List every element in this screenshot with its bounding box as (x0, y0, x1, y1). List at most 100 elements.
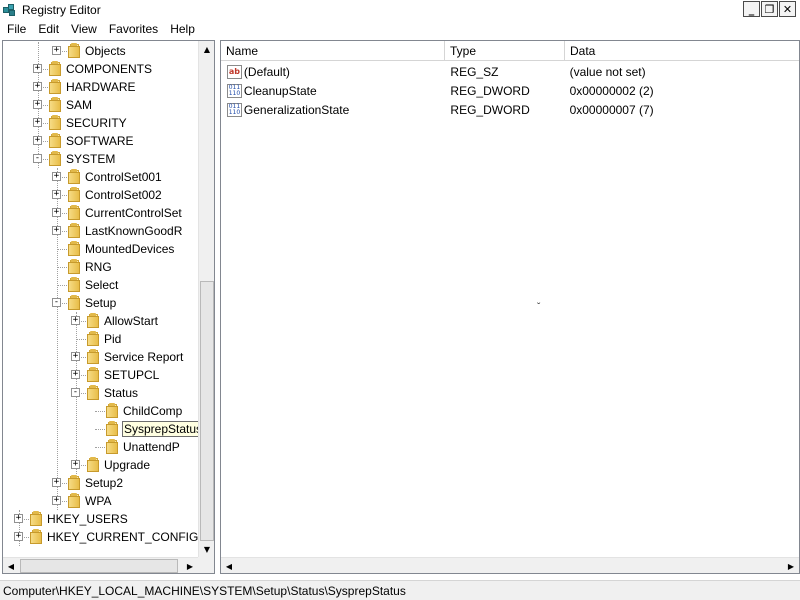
scroll-left-icon[interactable]: ◀ (221, 558, 237, 573)
expand-icon[interactable]: + (33, 136, 42, 145)
tree-node-controlset001[interactable]: + ControlSet001 (3, 168, 198, 186)
tree-node-rng[interactable]: RNG (3, 258, 198, 276)
menu-edit[interactable]: Edit (32, 19, 65, 39)
column-header-name[interactable]: Name (221, 41, 445, 61)
value-name: CleanupState (243, 83, 317, 98)
folder-icon (85, 349, 101, 364)
expand-icon[interactable]: + (71, 316, 80, 325)
value-row[interactable]: 011 110 GeneralizationState REG_DWORD 0x0000… (221, 100, 781, 119)
window-title: Registry Editor (22, 2, 101, 17)
tree-node-system[interactable]: - SYSTEM (3, 150, 198, 168)
folder-icon (85, 313, 101, 328)
value-list-pane[interactable]: Name Type Data ab (Default) REG_SZ (value n… (220, 40, 800, 574)
tree-node-hkey-users[interactable]: + HKEY_USERS (3, 510, 198, 528)
tree-node-childcomp[interactable]: ChildComp (3, 402, 198, 420)
expand-icon[interactable]: + (33, 118, 42, 127)
collapse-icon[interactable]: - (71, 388, 80, 397)
expand-icon[interactable]: + (71, 352, 80, 361)
expand-icon[interactable]: + (52, 208, 61, 217)
list-horizontal-scrollbar[interactable]: ◀ ▶ (221, 557, 799, 573)
tree-hscroll-thumb[interactable] (20, 559, 178, 573)
tree-node-allowstart[interactable]: + AllowStart (3, 312, 198, 330)
expand-icon[interactable]: + (52, 496, 61, 505)
menu-view[interactable]: View (65, 19, 103, 39)
tree-node-label: ControlSet001 (85, 170, 162, 184)
tree-node-setup[interactable]: - Setup (3, 294, 198, 312)
tree-node-currentcontrolset[interactable]: + CurrentControlSet (3, 204, 198, 222)
tree-node-security[interactable]: + SECURITY (3, 114, 198, 132)
tree-vertical-scrollbar[interactable]: ▲ ▼ (198, 41, 214, 557)
folder-icon (66, 493, 82, 508)
minimize-button[interactable]: _ (743, 1, 760, 17)
value-row[interactable]: ab (Default) REG_SZ (value not set) (221, 62, 781, 81)
expand-icon[interactable]: + (33, 100, 42, 109)
value-type: REG_DWORD (450, 102, 530, 117)
tree-node-mounteddevices[interactable]: MountedDevices (3, 240, 198, 258)
expand-icon[interactable]: + (33, 64, 42, 73)
tree-node-software[interactable]: + SOFTWARE (3, 132, 198, 150)
tree-node-select[interactable]: Select (3, 276, 198, 294)
folder-icon (66, 223, 82, 238)
status-bar: Computer\HKEY_LOCAL_MACHINE\SYSTEM\Setup… (0, 580, 800, 600)
folder-icon (47, 133, 63, 148)
expand-icon[interactable]: + (14, 514, 23, 523)
tree-node-controlset002[interactable]: + ControlSet002 (3, 186, 198, 204)
expand-icon[interactable]: + (52, 190, 61, 199)
column-header-data[interactable]: Data (565, 41, 799, 61)
tree-node-status[interactable]: - Status (3, 384, 198, 402)
expand-icon[interactable]: + (33, 82, 42, 91)
close-button[interactable]: ✕ (779, 1, 796, 17)
tree-node-label: UnattendP (123, 440, 180, 454)
menu-favorites[interactable]: Favorites (103, 19, 164, 39)
expand-icon[interactable]: + (52, 172, 61, 181)
tree-node-pid[interactable]: Pid (3, 330, 198, 348)
tree-node-label: HKEY_CURRENT_CONFIG (47, 530, 198, 544)
tree-node-label: SAM (66, 98, 93, 112)
scroll-right-icon[interactable]: ▶ (182, 558, 198, 573)
tree-node-lastknowngoodr[interactable]: + LastKnownGoodR (3, 222, 198, 240)
tree-node-wpa[interactable]: + WPA (3, 492, 198, 510)
tree-node-hardware[interactable]: + HARDWARE (3, 78, 198, 96)
menu-bar: File Edit View Favorites Help (0, 19, 800, 39)
tree-node-label: ChildComp (123, 404, 183, 418)
scroll-right-icon[interactable]: ▶ (783, 558, 799, 573)
key-tree: + Objects + COMPONENTS + HARDWARE + SAM + SECURIT… (3, 41, 198, 557)
scroll-up-icon[interactable]: ▲ (199, 41, 214, 57)
tree-node-label: Service Report (104, 350, 184, 364)
menu-file[interactable]: File (0, 19, 32, 39)
expand-icon[interactable]: + (14, 532, 23, 541)
scroll-left-icon[interactable]: ◀ (3, 558, 19, 573)
column-header-type[interactable]: Type (445, 41, 565, 61)
tree-node-hkey-current-config[interactable]: + HKEY_CURRENT_CONFIG (3, 528, 198, 546)
key-tree-pane[interactable]: + Objects + COMPONENTS + HARDWARE + SAM + SECURIT… (2, 40, 215, 574)
expand-icon[interactable]: + (52, 226, 61, 235)
collapse-icon[interactable]: - (52, 298, 61, 307)
tree-node-label: SECURITY (66, 116, 127, 130)
tree-horizontal-scrollbar[interactable]: ◀ ▶ (3, 557, 198, 573)
expand-icon[interactable]: + (71, 460, 80, 469)
tree-node-objects[interactable]: + Objects (3, 42, 198, 60)
tree-node-unattendp[interactable]: UnattendP (3, 438, 198, 456)
tree-node-components[interactable]: + COMPONENTS (3, 60, 198, 78)
folder-icon (47, 97, 63, 112)
expand-icon[interactable]: + (71, 370, 80, 379)
scroll-down-icon[interactable]: ▼ (199, 541, 214, 557)
tree-node-setup2[interactable]: + Setup2 (3, 474, 198, 492)
tree-node-label: MountedDevices (85, 242, 175, 256)
collapse-icon[interactable]: - (33, 154, 42, 163)
expand-icon[interactable]: + (52, 478, 61, 487)
restore-button[interactable]: ❐ (761, 1, 778, 17)
folder-icon (28, 529, 44, 544)
tree-node-setupcl[interactable]: + SETUPCL (3, 366, 198, 384)
folder-icon (47, 115, 63, 130)
expand-icon[interactable]: + (52, 46, 61, 55)
tree-node-sam[interactable]: + SAM (3, 96, 198, 114)
tree-scroll-thumb[interactable] (200, 281, 214, 541)
menu-help[interactable]: Help (164, 19, 201, 39)
value-row[interactable]: 011 110 CleanupState REG_DWORD 0x00000002 (2… (221, 81, 781, 100)
folder-icon (28, 511, 44, 526)
tree-node-service-report[interactable]: + Service Report (3, 348, 198, 366)
tree-node-sysprepstatus[interactable]: SysprepStatus (3, 420, 198, 438)
tree-node-upgrade[interactable]: + Upgrade (3, 456, 198, 474)
tree-node-label: SYSTEM (66, 152, 116, 166)
